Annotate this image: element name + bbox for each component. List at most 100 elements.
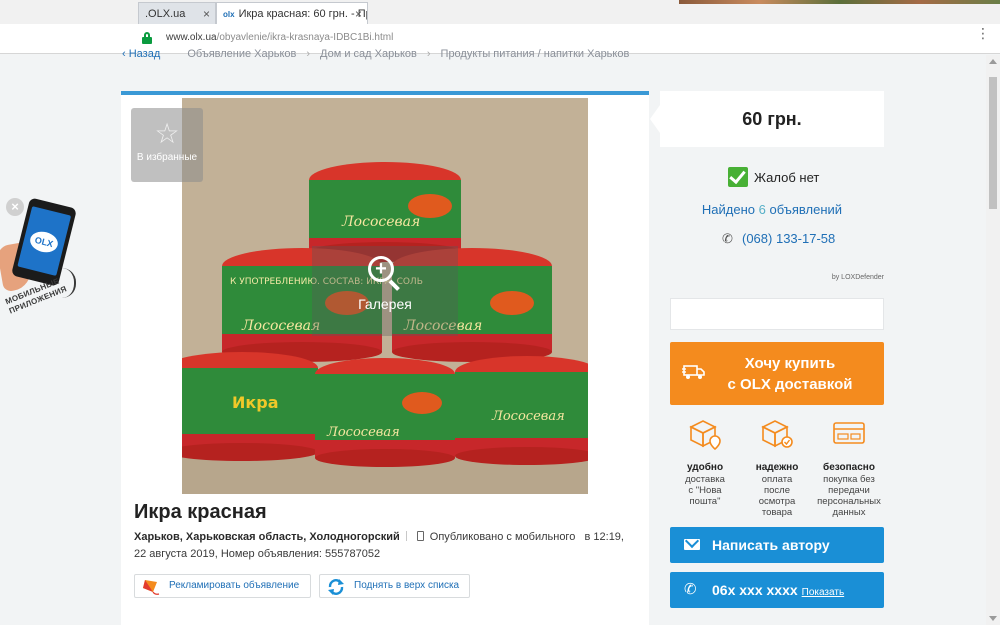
can-bottom-right: Лососевая <box>455 356 588 465</box>
feature-line: данных <box>832 507 866 518</box>
raise-listing-button[interactable]: Поднять в верх списка <box>319 574 470 598</box>
breadcrumb-item-home[interactable]: Дом и сад Харьков <box>320 48 417 60</box>
breadcrumb-item-food[interactable]: Продукты питания / напитки Харьков <box>441 48 630 60</box>
refresh-icon <box>328 579 344 595</box>
message-author-button[interactable]: Написать автору <box>670 527 884 563</box>
feature-line: оплата <box>761 474 793 485</box>
page-scrollbar[interactable] <box>986 55 1000 625</box>
add-to-favorites-button[interactable]: ☆ В избранные <box>131 108 203 182</box>
tab-close-icon[interactable]: × <box>203 3 210 24</box>
package-check-icon <box>761 420 793 448</box>
gallery-label: Галерея <box>358 296 412 312</box>
found-count: 6 <box>758 202 766 217</box>
buy-line-1: Хочу купить <box>744 355 836 372</box>
feature-title: надежно <box>755 462 799 473</box>
can-label-ml: Лососевая <box>241 318 320 334</box>
scroll-down-icon[interactable] <box>989 616 997 621</box>
tab-listing[interactable]: olx Икра красная: 60 грн. - Пр × <box>216 2 368 24</box>
feature-line: товара <box>761 507 793 518</box>
feature-line: пошта" <box>689 496 721 507</box>
scrollbar-thumb[interactable] <box>989 77 997 209</box>
raise-label: Поднять в верх списка <box>354 580 460 591</box>
buy-line-2: с OLX доставкой <box>727 376 853 393</box>
listing-title: Икра красная <box>134 501 267 523</box>
envelope-icon <box>684 539 700 550</box>
message-author-label: Написать автору <box>712 537 830 553</box>
tab-strip-image <box>679 0 1000 4</box>
breadcrumb-separator: › <box>306 48 311 60</box>
checkmark-icon <box>728 167 748 187</box>
can-bottom-center: Лососевая <box>315 358 455 467</box>
seller-phone-number: (068) 133-17-58 <box>742 231 836 246</box>
kite-icon <box>143 580 160 595</box>
url-text[interactable]: www.olx.ua/obyavlenie/ikra-krasnaya-IDBC… <box>166 32 393 43</box>
price-box: 60 грн. <box>650 91 884 147</box>
defender-credit: by LOXDefender <box>831 274 884 281</box>
zoom-in-icon: + <box>368 256 402 291</box>
feature-line: после <box>763 485 790 496</box>
delivery-truck-icon <box>682 365 705 379</box>
feature-title: безопасно <box>823 462 875 473</box>
gallery-button[interactable]: + Галерея <box>313 242 457 326</box>
scroll-up-icon[interactable] <box>989 59 997 64</box>
breadcrumb-item-city[interactable]: Объявление Харьков <box>187 48 296 60</box>
olx-logo: OLX <box>27 228 61 256</box>
promo-close-icon[interactable]: × <box>6 198 24 216</box>
breadcrumb-separator: › <box>426 48 431 60</box>
url-host: www.olx.ua <box>166 32 217 43</box>
seller-box: Жалоб нет Найдено 6 объявлений ✆ (068) 13… <box>660 160 884 284</box>
feature-title: удобно <box>686 462 724 473</box>
can-label-bc: Лососевая <box>326 425 400 440</box>
meta-divider <box>405 531 407 541</box>
feature-line: доставка <box>685 474 725 485</box>
feature-convenient: удобно доставка с "Нова пошта" <box>670 418 740 507</box>
olx-favicon-icon: olx <box>223 10 235 19</box>
show-phone-link[interactable]: Показать <box>802 587 845 598</box>
promote-listing-button[interactable]: Рекламировать объявление <box>134 574 311 598</box>
url-path: /obyavlenie/ikra-krasnaya-IDBC1Bi.html <box>216 32 394 43</box>
found-suffix: объявлений <box>769 202 843 217</box>
breadcrumb: ‹ Назад Объявление Харьков › Дом и сад Хар… <box>122 48 629 60</box>
feature-line: передачи <box>828 485 870 496</box>
listing-card: Лососевая Лососевая Лососевая <box>121 91 649 625</box>
can-label-top: Лососевая <box>341 214 420 230</box>
lock-icon <box>142 32 152 44</box>
listing-meta: Харьков, Харьковская область, Холодногор… <box>134 529 634 563</box>
mobile-phone-icon <box>416 531 424 541</box>
can-label-br: Лососевая <box>491 409 565 424</box>
promote-label: Рекламировать объявление <box>169 580 300 591</box>
buy-with-delivery-button[interactable]: Хочу купить с OLX доставкой <box>670 342 884 405</box>
feature-line: персональных <box>817 496 881 507</box>
feature-line: осмотра <box>758 496 796 507</box>
masked-phone: 06х ххх хххх <box>712 582 798 598</box>
star-icon: ☆ <box>154 118 180 149</box>
tab-label: .OLX.ua <box>145 8 186 20</box>
feature-line: покупка без <box>823 474 875 485</box>
found-prefix: Найдено <box>701 202 756 217</box>
feature-line: с "Нова <box>688 485 722 496</box>
empty-panel <box>670 298 884 330</box>
tab-close-icon[interactable]: × <box>355 3 362 24</box>
phone-icon: ✆ <box>684 581 697 598</box>
back-link[interactable]: ‹ Назад <box>122 48 160 60</box>
seller-listings-link[interactable]: Найдено 6 объявлений <box>660 202 884 217</box>
tab-label: Икра красная: 60 грн. - Пр <box>238 8 368 20</box>
back-label: Назад <box>128 48 161 60</box>
can-bottom-left: Икра <box>182 352 318 461</box>
complaints-status: Жалоб нет <box>754 170 820 185</box>
delivery-features: удобно доставка с "Нова пошта" надежно о… <box>670 418 884 518</box>
feature-secure: безопасно покупка без передачи персональ… <box>814 418 884 518</box>
phone-icon: ✆ <box>722 231 733 246</box>
favorites-label: В избранные <box>136 152 198 163</box>
tab-olx-home[interactable]: .OLX.ua × <box>138 2 216 24</box>
browser-tabbar: .OLX.ua × olx Икра красная: 60 грн. - Пр … <box>0 0 1000 24</box>
package-location-icon <box>689 420 721 451</box>
mobile-app-promo[interactable]: OLX × МОБИЛЬНЫЕ ПРИЛОЖЕНИЯ <box>0 196 82 346</box>
browser-menu-icon[interactable]: ⋮ <box>976 26 990 40</box>
published-source: Опубликовано с мобильного <box>429 531 576 543</box>
listing-location[interactable]: Харьков, Харьковская область, Холодногор… <box>134 531 400 543</box>
seller-phone[interactable]: ✆ (068) 133-17-58 <box>722 231 835 246</box>
feature-reliable: надежно оплата после осмотра товара <box>742 418 812 518</box>
price: 60 грн. <box>742 109 802 129</box>
show-phone-button[interactable]: ✆ 06х ххх хххх Показать <box>670 572 884 608</box>
